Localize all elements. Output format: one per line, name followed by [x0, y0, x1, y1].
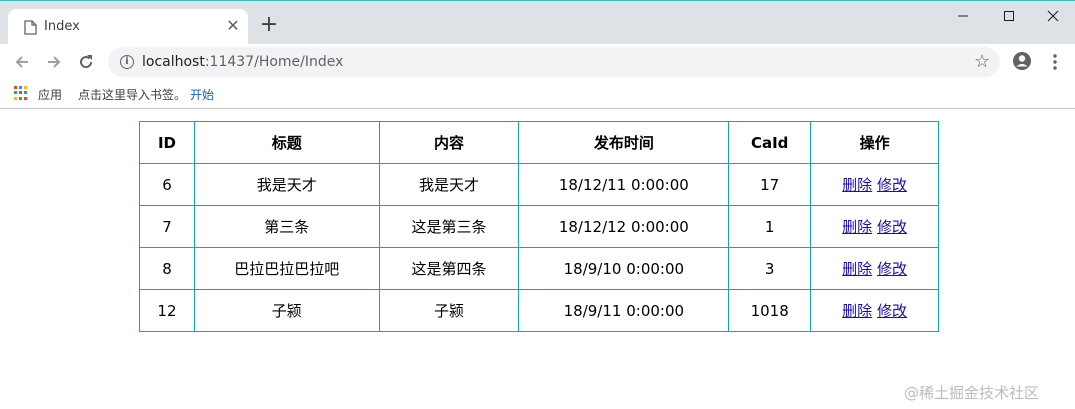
header-publish-time: 发布时间 [518, 121, 730, 164]
table-row: 6 我是天才 我是天才 18/12/11 0:00:00 17 删除 修改 [139, 163, 939, 206]
cell-time: 18/12/12 0:00:00 [518, 205, 730, 248]
watermark: @稀土掘金技术社区 [904, 384, 1040, 402]
delete-link[interactable]: 删除 [842, 176, 872, 194]
cell-id: 6 [139, 163, 195, 206]
address-bar[interactable]: i localhost:11437/Home/Index ☆ [108, 47, 1000, 77]
bookmarks-bar: 应用 点击这里导入书签。 开始 [0, 80, 1075, 109]
cell-id: 7 [139, 205, 195, 248]
tab-title: Index [44, 19, 80, 34]
import-bookmarks-text: 点击这里导入书签。 [78, 88, 187, 102]
cell-content: 这是第三条 [378, 205, 520, 248]
cell-title: 巴拉巴拉巴拉吧 [193, 247, 380, 290]
cell-time: 18/9/10 0:00:00 [518, 247, 730, 290]
cell-caid: 17 [728, 163, 812, 206]
edit-link[interactable]: 修改 [877, 176, 907, 194]
reload-icon [80, 55, 93, 69]
minimize-icon [958, 15, 968, 17]
maximize-icon [1004, 11, 1014, 21]
info-icon[interactable]: i [120, 55, 134, 69]
start-link[interactable]: 开始 [190, 86, 214, 103]
browser-toolbar: i localhost:11437/Home/Index ☆ [0, 44, 1075, 80]
star-icon[interactable]: ☆ [974, 52, 990, 72]
delete-link[interactable]: 删除 [842, 218, 872, 236]
table-row: 8 巴拉巴拉巴拉吧 这是第四条 18/9/10 0:00:00 3 删除 修改 [139, 247, 939, 290]
edit-link[interactable]: 修改 [877, 302, 907, 320]
cell-actions: 删除 修改 [810, 205, 939, 248]
profile-icon[interactable] [1012, 51, 1032, 71]
delete-link[interactable]: 删除 [842, 302, 872, 320]
header-content: 内容 [378, 121, 520, 164]
apps-grid-icon[interactable] [14, 86, 28, 100]
cell-id: 12 [139, 289, 195, 332]
cell-actions: 删除 修改 [810, 247, 939, 290]
cell-content: 这是第四条 [378, 247, 520, 290]
document-icon [24, 20, 37, 35]
header-id: ID [139, 121, 195, 164]
cell-caid: 1018 [728, 289, 812, 332]
new-tab-button[interactable]: + [258, 14, 280, 37]
reload-button[interactable] [74, 50, 98, 74]
edit-link[interactable]: 修改 [877, 260, 907, 278]
url-host: localhost [142, 54, 205, 70]
minimize-button[interactable] [940, 3, 986, 29]
url-text[interactable]: localhost:11437/Home/Index [142, 54, 343, 70]
tab-strip: Index ✕ + [0, 0, 1075, 45]
apps-bookmark[interactable]: 应用 [38, 86, 62, 103]
delete-link[interactable]: 删除 [842, 260, 872, 278]
cell-content: 我是天才 [378, 163, 520, 206]
browser-tab[interactable]: Index ✕ [8, 9, 248, 45]
arrow-left-icon [15, 56, 28, 68]
cell-title: 子颍 [193, 289, 380, 332]
cell-title: 我是天才 [193, 163, 380, 206]
maximize-button[interactable] [986, 3, 1032, 29]
cell-content: 子颍 [378, 289, 520, 332]
table-row: 7 第三条 这是第三条 18/12/12 0:00:00 1 删除 修改 [139, 205, 939, 248]
header-caid: CaId [728, 121, 812, 164]
cell-time: 18/9/11 0:00:00 [518, 289, 730, 332]
cell-time: 18/12/11 0:00:00 [518, 163, 730, 206]
cell-title: 第三条 [193, 205, 380, 248]
cell-caid: 3 [728, 247, 812, 290]
page-content: ID 标题 内容 发布时间 CaId 操作 6 我是天才 我是天才 18/12/… [0, 110, 1075, 409]
posts-table: ID 标题 内容 发布时间 CaId 操作 6 我是天才 我是天才 18/12/… [139, 121, 939, 332]
header-actions: 操作 [810, 121, 939, 164]
arrow-right-icon [48, 56, 61, 68]
cell-actions: 删除 修改 [810, 289, 939, 332]
back-button[interactable] [10, 50, 34, 74]
cell-id: 8 [139, 247, 195, 290]
edit-link[interactable]: 修改 [877, 218, 907, 236]
forward-button[interactable] [42, 50, 66, 74]
table-header-row: ID 标题 内容 发布时间 CaId 操作 [139, 121, 939, 164]
header-title: 标题 [193, 121, 380, 164]
close-window-button[interactable] [1030, 3, 1075, 29]
menu-icon[interactable] [1048, 52, 1062, 72]
tab-close-icon[interactable]: ✕ [224, 17, 242, 35]
close-icon [1047, 10, 1059, 22]
cell-caid: 1 [728, 205, 812, 248]
url-path: :11437/Home/Index [204, 54, 344, 70]
cell-actions: 删除 修改 [810, 163, 939, 206]
table-row: 12 子颍 子颍 18/9/11 0:00:00 1018 删除 修改 [139, 289, 939, 332]
